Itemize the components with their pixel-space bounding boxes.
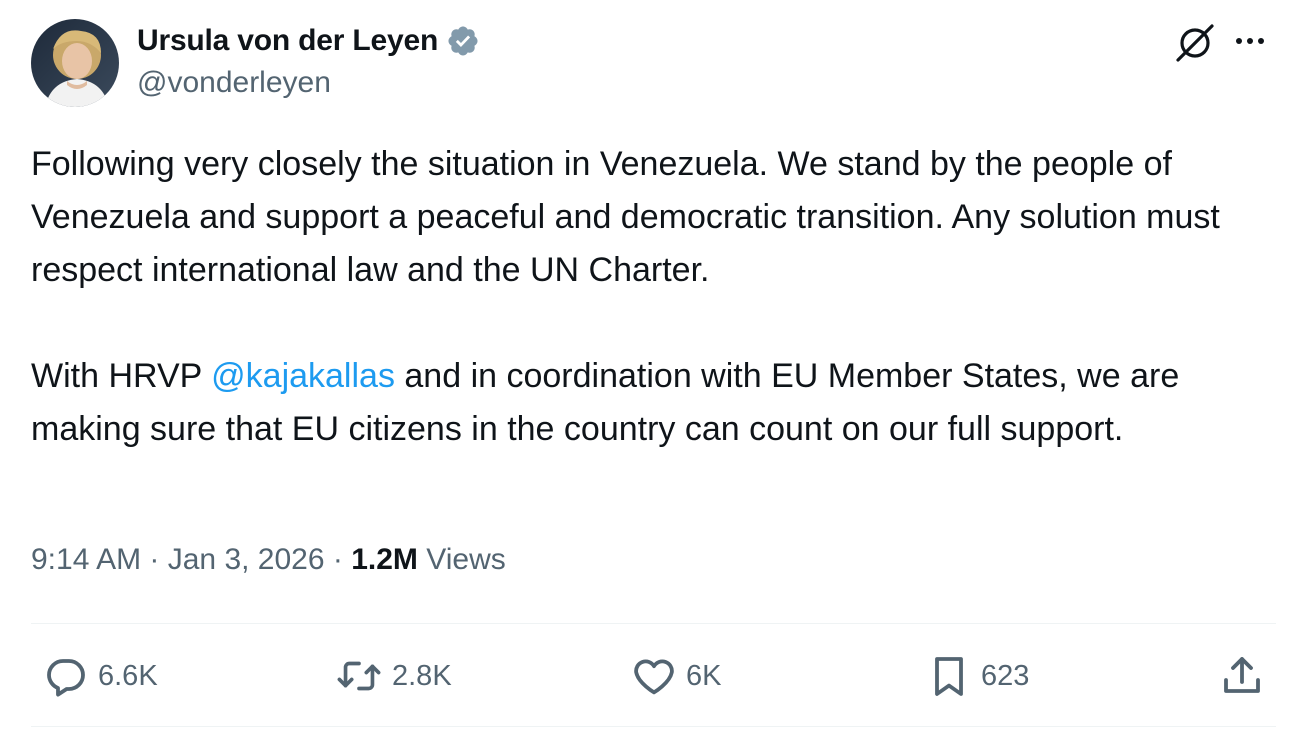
tweet-meta: 9:14 AM · Jan 3, 2026 · 1.2M Views bbox=[31, 543, 506, 577]
avatar[interactable] bbox=[31, 19, 119, 107]
meta-separator: · bbox=[141, 543, 168, 576]
author-display-name[interactable]: Ursula von der Leyen bbox=[137, 24, 438, 58]
tweet-date[interactable]: Jan 3, 2026 bbox=[168, 543, 325, 576]
tweet-time[interactable]: 9:14 AM bbox=[31, 543, 141, 576]
like-count: 6K bbox=[686, 659, 722, 692]
grok-icon[interactable] bbox=[1172, 20, 1218, 66]
reply-button[interactable]: 6.6K bbox=[42, 648, 158, 704]
avatar-image bbox=[31, 19, 119, 107]
views-label: Views bbox=[417, 543, 506, 576]
repost-button[interactable]: 2.8K bbox=[334, 648, 452, 704]
more-icon[interactable] bbox=[1232, 26, 1268, 56]
bookmark-count: 623 bbox=[981, 659, 1030, 692]
tweet-text: Following very closely the situation in … bbox=[31, 138, 1291, 456]
repost-count: 2.8K bbox=[392, 659, 452, 692]
like-button[interactable]: 6K bbox=[630, 648, 721, 704]
heart-icon bbox=[634, 659, 674, 695]
repost-icon bbox=[337, 661, 381, 691]
verified-badge-icon[interactable] bbox=[446, 24, 480, 58]
reply-icon bbox=[47, 659, 85, 697]
divider bbox=[31, 623, 1276, 624]
views-count: 1.2M bbox=[351, 543, 418, 576]
bookmark-icon bbox=[935, 657, 963, 696]
reply-count: 6.6K bbox=[98, 659, 158, 692]
tweet-paragraph-1: Following very closely the situation in … bbox=[31, 145, 1230, 289]
share-icon bbox=[1224, 657, 1260, 693]
meta-separator: · bbox=[324, 543, 352, 576]
author-handle[interactable]: @vonderleyen bbox=[137, 66, 331, 100]
author-name-row: Ursula von der Leyen bbox=[137, 21, 480, 61]
divider bbox=[31, 726, 1276, 727]
tweet-paragraph-2-start: With HRVP bbox=[31, 357, 212, 395]
share-button[interactable] bbox=[1218, 648, 1266, 704]
bookmark-button[interactable]: 623 bbox=[925, 648, 1029, 704]
mention-link[interactable]: @kajakallas bbox=[211, 357, 395, 395]
